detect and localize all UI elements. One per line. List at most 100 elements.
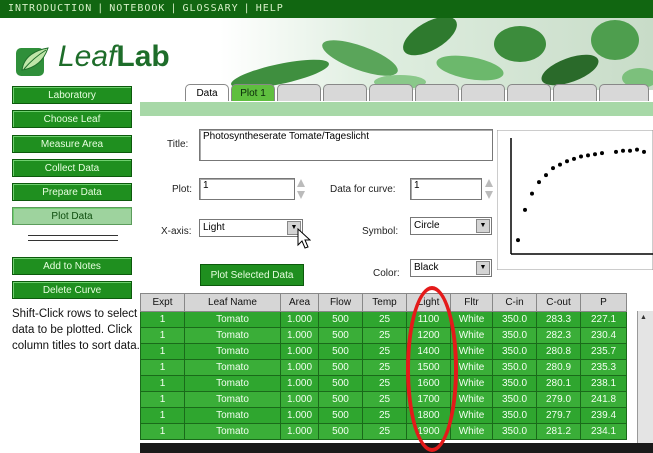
table-cell: Tomato bbox=[184, 311, 281, 328]
table-row[interactable]: 1 Tomato 1.000 500 25 1700 White 350.0 279.0 241.… bbox=[140, 391, 627, 408]
table-cell: 1700 bbox=[406, 391, 451, 408]
column-header-flow[interactable]: Flow bbox=[318, 293, 363, 312]
title-field[interactable]: Photosyntheserate Tomate/Tageslicht bbox=[199, 129, 493, 161]
table-cell: 25 bbox=[362, 407, 407, 424]
tab-data[interactable]: Data bbox=[185, 84, 229, 101]
tab-empty[interactable] bbox=[277, 84, 321, 101]
scroll-up-icon[interactable]: ▲ bbox=[640, 314, 647, 321]
table-row[interactable]: 1 Tomato 1.000 500 25 1400 White 350.0 280.8 235.… bbox=[140, 343, 627, 360]
collect-data-button[interactable]: Collect Data bbox=[12, 159, 132, 177]
plot-selected-data-button[interactable]: Plot Selected Data bbox=[200, 264, 304, 286]
symbol-selected-value: Circle bbox=[414, 220, 440, 231]
symbol-label: Symbol: bbox=[362, 226, 399, 237]
chart-point bbox=[628, 148, 632, 153]
table-cell: 1.000 bbox=[280, 359, 319, 376]
chevron-down-icon[interactable]: ▼ bbox=[287, 221, 301, 235]
plot-number-field[interactable]: 1 bbox=[199, 178, 295, 200]
table-cell: 1.000 bbox=[280, 407, 319, 424]
table-cell: 350.0 bbox=[492, 391, 537, 408]
nav-help[interactable]: HELP bbox=[256, 3, 284, 14]
table-cell: 25 bbox=[362, 359, 407, 376]
tab-empty[interactable] bbox=[507, 84, 551, 101]
plot-data-button[interactable]: Plot Data bbox=[12, 207, 132, 225]
laboratory-button[interactable]: Laboratory bbox=[12, 86, 132, 104]
curve-spinner-icon[interactable] bbox=[484, 178, 494, 200]
table-cell: 1800 bbox=[406, 407, 451, 424]
table-row[interactable]: 1 Tomato 1.000 500 25 1500 White 350.0 280.9 235.… bbox=[140, 359, 627, 376]
table-cell: Tomato bbox=[184, 407, 281, 424]
tab-empty[interactable] bbox=[415, 84, 459, 101]
table-cell: 350.0 bbox=[492, 423, 537, 440]
table-cell: 500 bbox=[318, 375, 363, 392]
table-cell: 280.1 bbox=[536, 375, 581, 392]
measure-area-button[interactable]: Measure Area bbox=[12, 135, 132, 153]
top-nav: INTRODUCTION | NOTEBOOK | GLOSSARY | HELP bbox=[0, 0, 653, 18]
table-cell: 350.0 bbox=[492, 375, 537, 392]
plot-label: Plot: bbox=[172, 184, 193, 195]
chart-point bbox=[572, 156, 576, 161]
app-logo: LeafLab bbox=[58, 40, 170, 74]
column-header-light[interactable]: Light bbox=[406, 293, 451, 312]
table-row[interactable]: 1 Tomato 1.000 500 25 1900 White 350.0 281.2 234.… bbox=[140, 423, 627, 440]
chevron-down-icon[interactable]: ▼ bbox=[476, 219, 490, 233]
column-header-p[interactable]: P bbox=[580, 293, 627, 312]
add-to-notes-button[interactable]: Add to Notes bbox=[12, 257, 132, 275]
color-select[interactable]: Black ▼ bbox=[410, 259, 492, 277]
chart-point bbox=[530, 191, 534, 196]
chart-point bbox=[558, 162, 562, 167]
table-cell: 25 bbox=[362, 423, 407, 440]
chart-point bbox=[551, 166, 555, 171]
chart-point bbox=[516, 238, 520, 243]
table-cell: 281.2 bbox=[536, 423, 581, 440]
table-row[interactable]: 1 Tomato 1.000 500 25 1600 White 350.0 280.1 238.… bbox=[140, 375, 627, 392]
symbol-select[interactable]: Circle ▼ bbox=[410, 217, 492, 235]
table-cell: White bbox=[450, 327, 493, 344]
table-cell: 239.4 bbox=[580, 407, 627, 424]
tab-plot-1[interactable]: Plot 1 bbox=[231, 84, 275, 101]
tab-empty[interactable] bbox=[369, 84, 413, 101]
table-cell: 227.1 bbox=[580, 311, 627, 328]
nav-separator: | bbox=[97, 3, 105, 14]
table-cell: 350.0 bbox=[492, 407, 537, 424]
nav-notebook[interactable]: NOTEBOOK bbox=[109, 3, 165, 14]
tab-empty[interactable] bbox=[553, 84, 597, 101]
table-cell: 1 bbox=[140, 423, 185, 440]
chart-point bbox=[614, 149, 618, 154]
table-row[interactable]: 1 Tomato 1.000 500 25 1100 White 350.0 283.3 227.… bbox=[140, 311, 627, 328]
table-row[interactable]: 1 Tomato 1.000 500 25 1200 White 350.0 282.3 230.… bbox=[140, 327, 627, 344]
column-header-fltr[interactable]: Fltr bbox=[450, 293, 493, 312]
logo-text-bold: Lab bbox=[116, 40, 170, 73]
prepare-data-button[interactable]: Prepare Data bbox=[12, 183, 132, 201]
xaxis-select[interactable]: Light ▼ bbox=[199, 219, 303, 237]
chevron-down-icon[interactable]: ▼ bbox=[476, 261, 490, 275]
nav-introduction[interactable]: INTRODUCTION bbox=[8, 3, 92, 14]
logo-text-italic: Leaf bbox=[58, 40, 117, 73]
chart-point bbox=[586, 153, 590, 158]
table-scrollbar[interactable]: ▲ bbox=[637, 311, 653, 443]
table-cell: 350.0 bbox=[492, 343, 537, 360]
table-header-row: Expt Leaf Name Area Flow Temp Light Fltr C-in C-… bbox=[140, 293, 627, 312]
plot-spinner-icon[interactable] bbox=[296, 178, 306, 200]
color-selected-value: Black bbox=[414, 262, 439, 273]
column-header-c-out[interactable]: C-out bbox=[536, 293, 581, 312]
data-for-curve-field[interactable]: 1 bbox=[410, 178, 482, 200]
table-cell: 25 bbox=[362, 375, 407, 392]
table-row[interactable]: 1 Tomato 1.000 500 25 1800 White 350.0 279.7 239.… bbox=[140, 407, 627, 424]
table-cell: White bbox=[450, 343, 493, 360]
column-header-area[interactable]: Area bbox=[280, 293, 319, 312]
table-cell: 350.0 bbox=[492, 311, 537, 328]
table-cell: 1500 bbox=[406, 359, 451, 376]
tab-empty[interactable] bbox=[323, 84, 367, 101]
column-header-expt[interactable]: Expt bbox=[140, 293, 185, 312]
tab-empty[interactable] bbox=[461, 84, 505, 101]
nav-separator: | bbox=[243, 3, 251, 14]
tab-empty[interactable] bbox=[599, 84, 649, 101]
sidebar-divider bbox=[28, 235, 118, 236]
nav-glossary[interactable]: GLOSSARY bbox=[182, 3, 238, 14]
leaf-banner-decoration bbox=[220, 18, 653, 90]
column-header-c-in[interactable]: C-in bbox=[492, 293, 537, 312]
column-header-leaf-name[interactable]: Leaf Name bbox=[184, 293, 281, 312]
choose-leaf-button[interactable]: Choose Leaf bbox=[12, 110, 132, 128]
delete-curve-button[interactable]: Delete Curve bbox=[12, 281, 132, 299]
column-header-temp[interactable]: Temp bbox=[362, 293, 407, 312]
